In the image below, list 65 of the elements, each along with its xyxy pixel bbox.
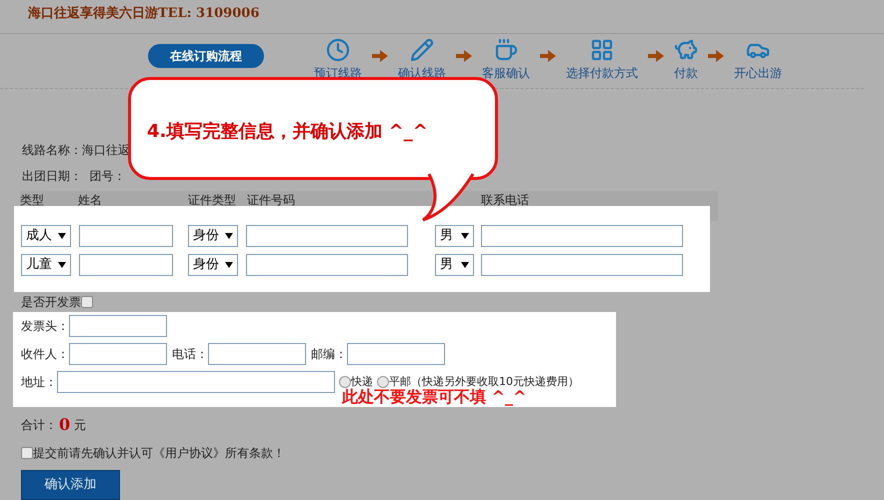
caret-icon: [58, 233, 66, 239]
input-field[interactable]: [481, 225, 683, 247]
caret-icon: [225, 233, 233, 239]
field-label: 电话：: [172, 346, 208, 363]
radio-label: 快递: [351, 374, 373, 388]
process-badge: 在线订购流程: [148, 44, 264, 68]
pencil-icon: [410, 38, 434, 62]
caret-icon: [58, 262, 66, 268]
dropdown[interactable]: 成人: [21, 225, 71, 247]
caret-icon: [461, 262, 469, 268]
arrow-icon: [372, 50, 388, 62]
arrow-icon: [456, 50, 472, 62]
currency-unit: 元: [74, 417, 86, 434]
arrow-icon: [708, 50, 724, 62]
dropdown[interactable]: 男: [435, 254, 474, 276]
radio-button[interactable]: [377, 376, 389, 388]
dropdown[interactable]: 身份: [188, 225, 238, 247]
agreement-text: 提交前请先确认并认可《用户协议》所有条款！: [33, 445, 285, 462]
input-field[interactable]: [246, 254, 408, 276]
input-field[interactable]: [208, 343, 306, 365]
dropdown[interactable]: 儿童: [21, 254, 71, 276]
dropdown[interactable]: 身份: [188, 254, 238, 276]
input-field[interactable]: [347, 343, 445, 365]
coffee-cup-icon: [494, 38, 518, 62]
annotation-text: 此处不要发票可不填 ^_^: [342, 387, 526, 408]
invoice-toggle-label: 是否开发票: [21, 294, 81, 311]
column-header: 类型: [20, 192, 45, 209]
input-field[interactable]: [69, 315, 167, 337]
dropdown[interactable]: 男: [435, 225, 474, 247]
arrow-icon: [648, 50, 664, 62]
input-field[interactable]: [79, 254, 173, 276]
arrow-icon: [540, 50, 556, 62]
clock-icon: [326, 38, 350, 62]
total-amount: 0: [59, 414, 70, 436]
column-header: 联系电话: [481, 192, 530, 209]
info-text: 线路名称：海口往返: [22, 142, 131, 159]
column-header: 姓名: [78, 192, 103, 209]
caret-icon: [225, 262, 233, 268]
step-label: 客服确认: [482, 65, 530, 82]
total-label: 合计：: [21, 417, 57, 434]
caret-icon: [461, 233, 469, 239]
page-title: 海口往返享得美六日游TEL: 3109006: [28, 4, 260, 23]
grid-icon: [590, 38, 614, 62]
radio-label: 平邮（快递另外要收取10元快递费用）: [389, 374, 579, 388]
submit-button[interactable]: 确认添加: [21, 470, 120, 500]
field-label: 邮编：: [311, 346, 347, 363]
input-field[interactable]: [57, 371, 335, 393]
input-field[interactable]: [69, 343, 167, 365]
input-field[interactable]: [79, 225, 173, 247]
column-header: 证件号码: [247, 192, 296, 209]
checkbox[interactable]: [81, 296, 93, 308]
field-label: 地址：: [21, 374, 57, 391]
step-label: 选择付款方式: [566, 65, 638, 82]
input-field[interactable]: [481, 254, 683, 276]
radio-button[interactable]: [339, 376, 351, 388]
callout-text: 4.填写完整信息，并确认添加 ^_^: [146, 120, 429, 144]
piggy-bank-icon: [674, 38, 698, 62]
step-label: 付款: [674, 65, 698, 82]
step-label: 开心出游: [734, 65, 782, 82]
column-header: 证件类型: [188, 192, 237, 209]
field-label: 收件人：: [21, 346, 69, 363]
field-label: 发票头：: [21, 318, 69, 335]
info-text: 出团日期： 团号：: [22, 168, 127, 185]
checkbox[interactable]: [21, 447, 33, 459]
input-field[interactable]: [246, 225, 408, 247]
